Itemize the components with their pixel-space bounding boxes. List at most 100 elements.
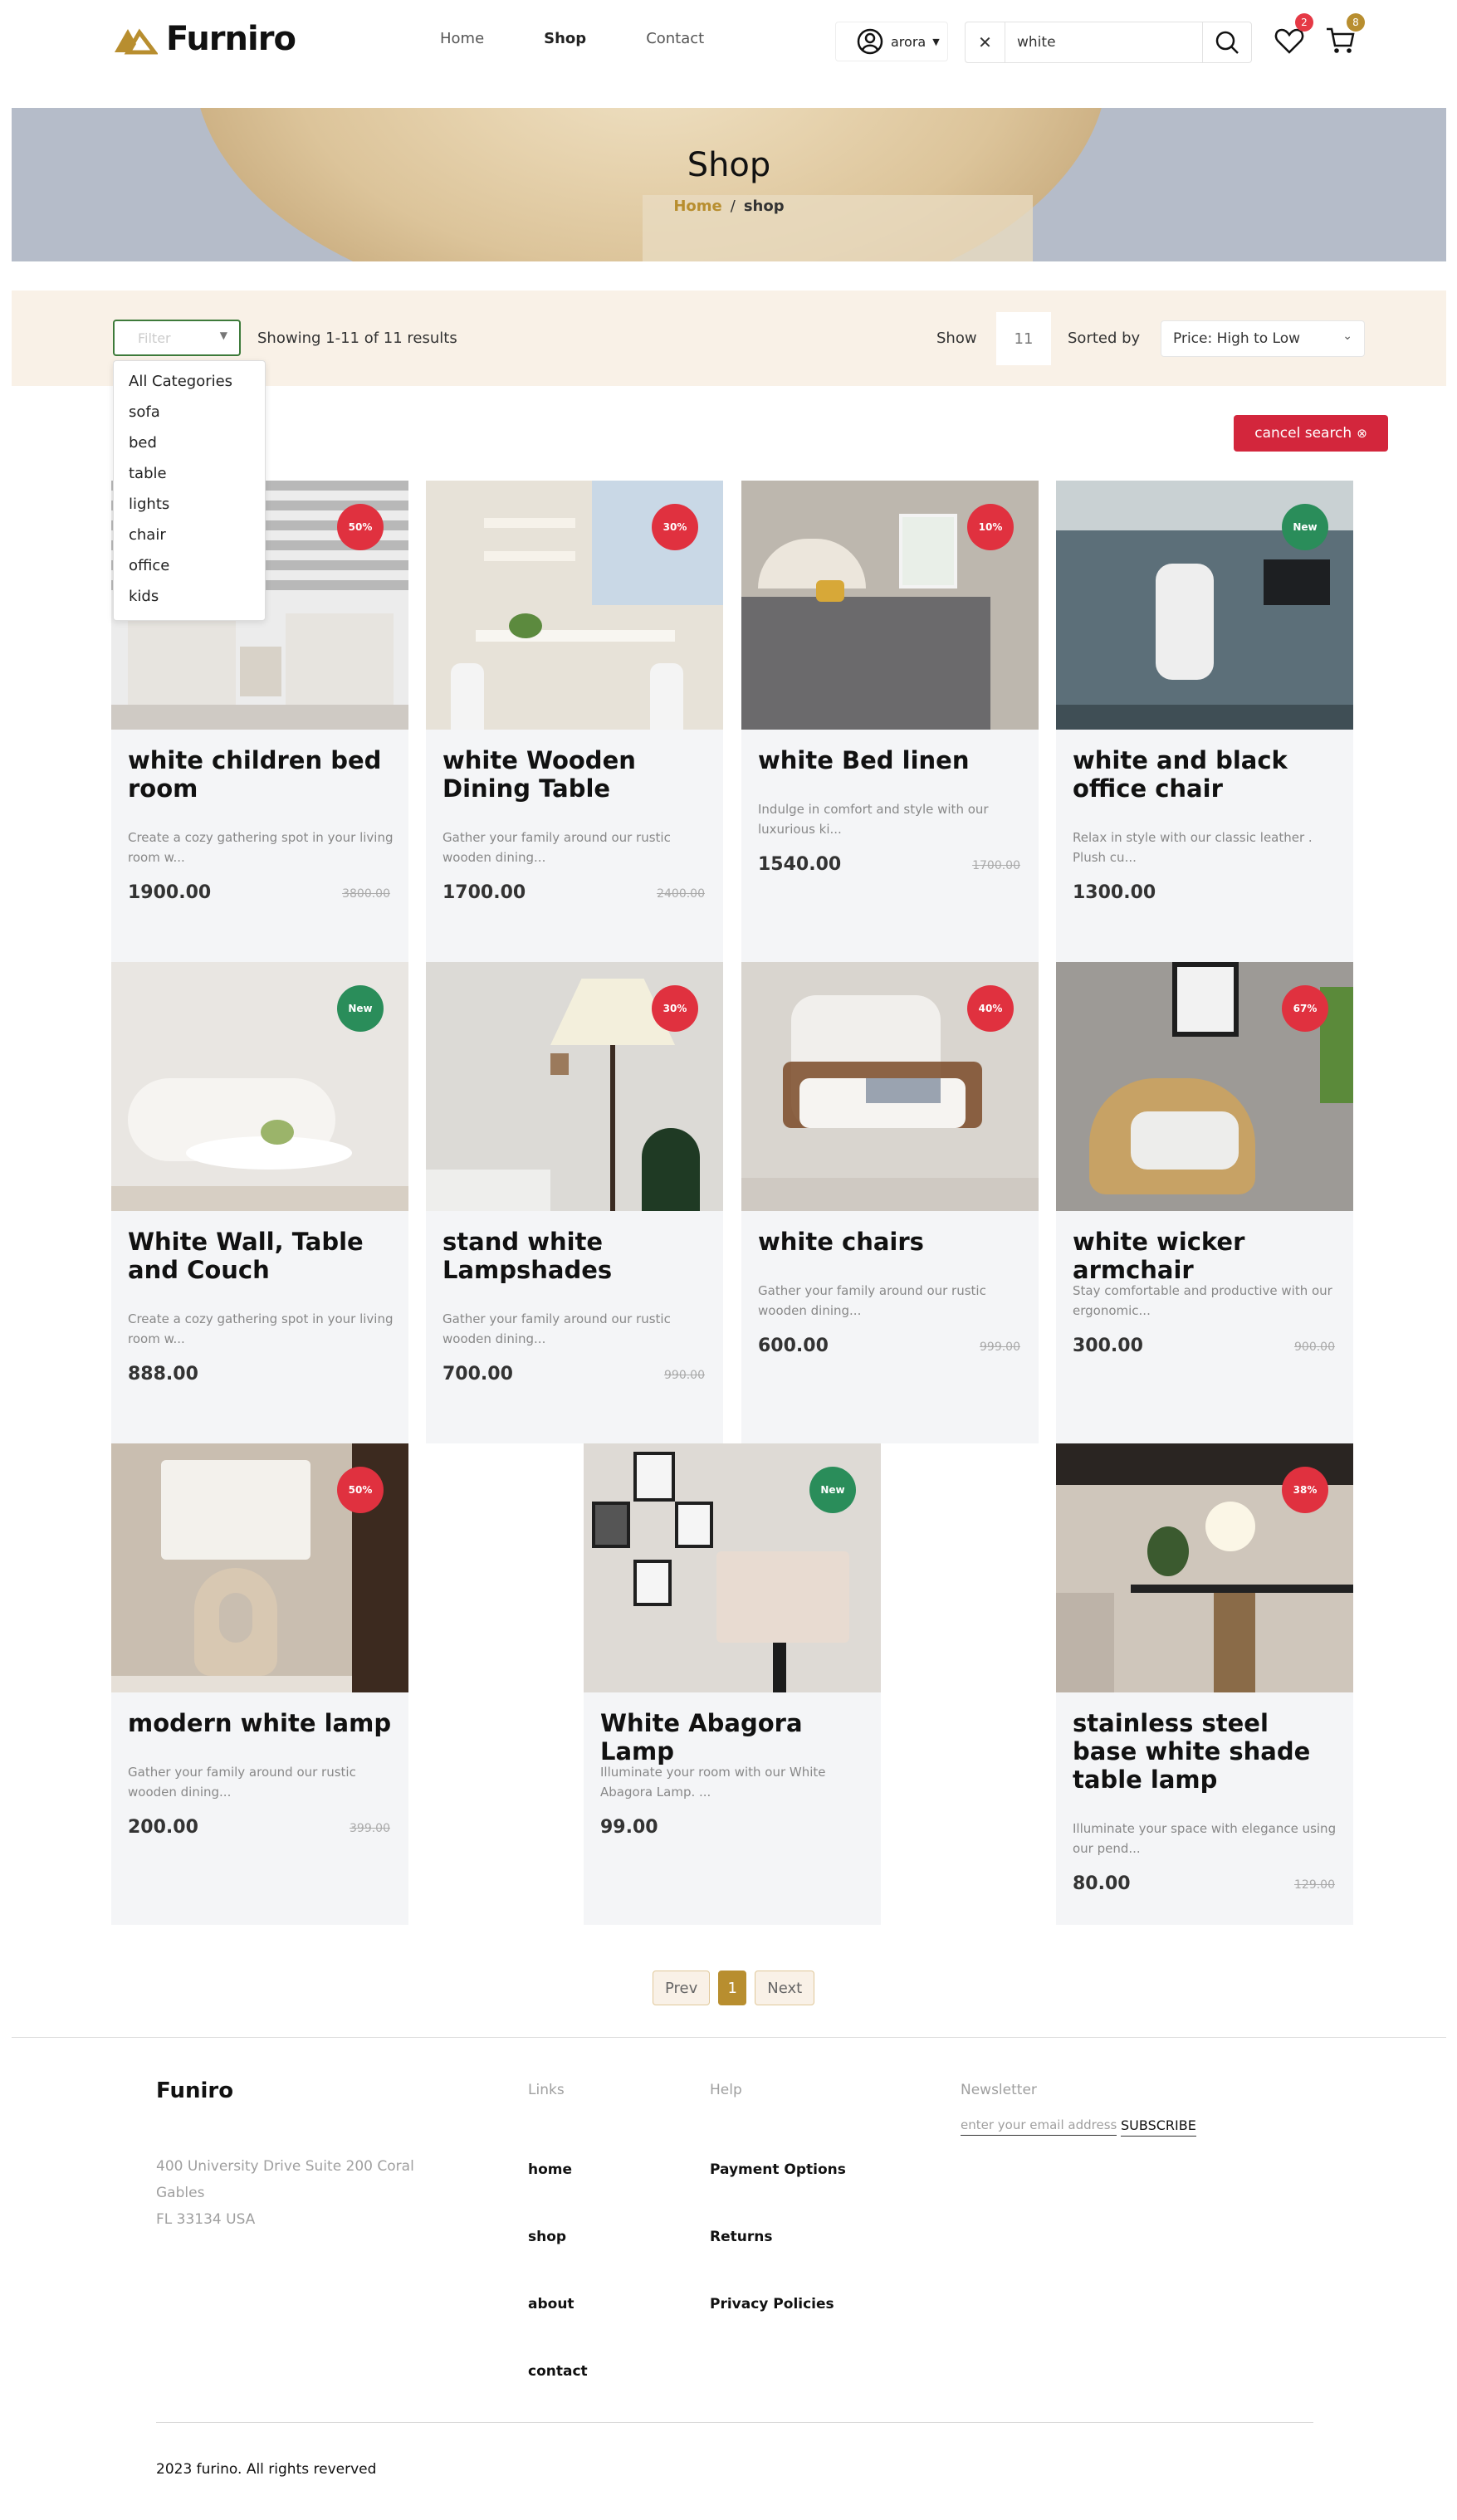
footer-link-home[interactable]: home	[528, 2161, 572, 2178]
product-card[interactable]: 67% white wicker armchair Stay comfortab…	[1056, 962, 1353, 1443]
product-card[interactable]: New white and black office chair Relax i…	[1056, 481, 1353, 962]
filter-select-value: Filter	[138, 330, 171, 346]
footer-links-heading: Links	[528, 2082, 565, 2098]
footer-link-shop[interactable]: shop	[528, 2229, 566, 2245]
product-old-price: 3800.00	[342, 887, 390, 901]
product-price: 600.00	[758, 1336, 829, 1356]
product-old-price: 900.00	[1294, 1341, 1335, 1354]
category-option-sofa[interactable]: sofa	[114, 403, 265, 434]
site-header: Furniro Home Shop Contact arora ▼ ✕ 2 8	[0, 0, 1457, 91]
product-description: Stay comfortable and productive with our…	[1073, 1283, 1332, 1318]
product-title[interactable]: white children bed room	[128, 746, 394, 803]
subscribe-button[interactable]: SUBSCRIBE	[1121, 2117, 1196, 2137]
clear-search-icon[interactable]: ✕	[966, 22, 1005, 62]
product-card[interactable]: 40% white chairs Gather your family arou…	[741, 962, 1039, 1443]
category-option-chair[interactable]: chair	[114, 526, 265, 557]
category-option-kids[interactable]: kids	[114, 588, 265, 618]
product-description: Create a cozy gathering spot in your liv…	[128, 830, 394, 865]
product-title[interactable]: stand white Lampshades	[442, 1228, 708, 1284]
sort-label: Sorted by	[1068, 330, 1141, 347]
cart-icon[interactable]: 8	[1325, 13, 1365, 58]
discount-badge: 50%	[337, 1467, 384, 1513]
discount-badge: 30%	[652, 985, 698, 1032]
product-title[interactable]: white chairs	[758, 1228, 1024, 1256]
sort-select[interactable]: Price: High to Low ⌄	[1161, 320, 1365, 357]
product-title[interactable]: modern white lamp	[128, 1709, 394, 1737]
product-card[interactable]: 50% modern white lamp Gather your family…	[111, 1443, 408, 1925]
product-card[interactable]: 30% white Wooden Dining Table Gather you…	[426, 481, 723, 962]
show-label: Show	[936, 330, 977, 347]
discount-badge: 30%	[652, 504, 698, 550]
brand-logo[interactable]: Furniro	[113, 20, 296, 58]
category-filter-select[interactable]: Filter ▼	[113, 320, 241, 356]
show-count-input[interactable]: 11	[996, 312, 1051, 365]
product-title[interactable]: white wicker armchair	[1073, 1228, 1338, 1284]
category-option-office[interactable]: office	[114, 557, 265, 588]
footer-link-about[interactable]: about	[528, 2296, 574, 2312]
product-old-price: 399.00	[350, 1822, 390, 1835]
product-card[interactable]: New White Wall, Table and Couch Create a…	[111, 962, 408, 1443]
product-card[interactable]: New White Abagora Lamp Illuminate your r…	[584, 1443, 881, 1925]
newsletter-email-input[interactable]: enter your email address	[961, 2117, 1117, 2136]
category-option-lights[interactable]: lights	[114, 496, 265, 526]
footer-link-returns[interactable]: Returns	[710, 2229, 772, 2245]
nav-shop[interactable]: Shop	[544, 30, 586, 47]
product-title[interactable]: stainless steel base white shade table l…	[1073, 1709, 1338, 1794]
product-title[interactable]: white and black office chair	[1073, 746, 1338, 803]
product-price: 80.00	[1073, 1873, 1131, 1894]
footer-link-contact[interactable]: contact	[528, 2363, 588, 2380]
page-title: Shop	[687, 146, 771, 184]
search-bar: ✕	[965, 22, 1252, 63]
product-price: 888.00	[128, 1364, 198, 1385]
brand-name: Furniro	[166, 20, 296, 58]
chevron-down-icon: ⌄	[1342, 330, 1352, 343]
user-name: arora	[891, 33, 927, 50]
prev-page-button[interactable]: Prev	[653, 1971, 711, 2005]
category-option-all[interactable]: All Categories	[114, 373, 265, 403]
next-page-button[interactable]: Next	[755, 1971, 815, 2005]
product-old-price: 999.00	[980, 1341, 1020, 1354]
footer-help-heading: Help	[710, 2082, 742, 2098]
product-description: Illuminate your space with elegance usin…	[1073, 1821, 1337, 1856]
product-price: 200.00	[128, 1817, 198, 1838]
main-nav: Home Shop Contact	[440, 30, 704, 47]
new-badge: New	[1282, 504, 1328, 550]
footer-brand: Funiro	[156, 2078, 234, 2103]
category-dropdown: All Categories sofa bed table lights cha…	[113, 360, 266, 621]
product-description: Indulge in comfort and style with our lu…	[758, 802, 989, 837]
search-input[interactable]	[1005, 22, 1203, 62]
product-title[interactable]: White Abagora Lamp	[600, 1709, 866, 1765]
product-title[interactable]: white Bed linen	[758, 746, 1024, 774]
logo-icon	[115, 28, 158, 55]
footer-link-privacy[interactable]: Privacy Policies	[710, 2296, 834, 2312]
category-option-bed[interactable]: bed	[114, 434, 265, 465]
shop-hero-banner: Shop Home / shop	[12, 108, 1446, 261]
product-card[interactable]: 30% stand white Lampshades Gather your f…	[426, 962, 723, 1443]
breadcrumb-separator: /	[730, 198, 736, 215]
page-1-button[interactable]: 1	[718, 1971, 747, 2005]
product-old-price: 2400.00	[657, 887, 705, 901]
category-option-table[interactable]: table	[114, 465, 265, 496]
product-description: Create a cozy gathering spot in your liv…	[128, 1311, 394, 1346]
wishlist-icon[interactable]: 2	[1274, 13, 1313, 58]
product-title[interactable]: white Wooden Dining Table	[442, 746, 708, 803]
product-price: 1300.00	[1073, 882, 1156, 903]
nav-contact[interactable]: Contact	[646, 30, 704, 47]
chevron-down-icon: ▼	[219, 330, 227, 341]
product-price: 99.00	[600, 1817, 658, 1838]
product-title[interactable]: White Wall, Table and Couch	[128, 1228, 394, 1284]
breadcrumb: Home / shop	[12, 198, 1446, 215]
search-icon[interactable]	[1203, 22, 1251, 62]
discount-badge: 38%	[1282, 1467, 1328, 1513]
user-circle-icon	[857, 28, 883, 55]
cancel-search-label: cancel search	[1254, 425, 1352, 442]
cancel-search-button[interactable]: cancel search ⊗	[1234, 415, 1388, 452]
product-card[interactable]: 10% white Bed linen Indulge in comfort a…	[741, 481, 1039, 962]
user-menu[interactable]: arora ▼	[835, 22, 948, 61]
footer-link-payment[interactable]: Payment Options	[710, 2161, 846, 2178]
nav-home[interactable]: Home	[440, 30, 484, 47]
breadcrumb-home[interactable]: Home	[673, 198, 721, 215]
product-card[interactable]: 38% stainless steel base white shade tab…	[1056, 1443, 1353, 1925]
discount-badge: 50%	[337, 504, 384, 550]
pagination: Prev 1 Next	[653, 1971, 815, 2005]
